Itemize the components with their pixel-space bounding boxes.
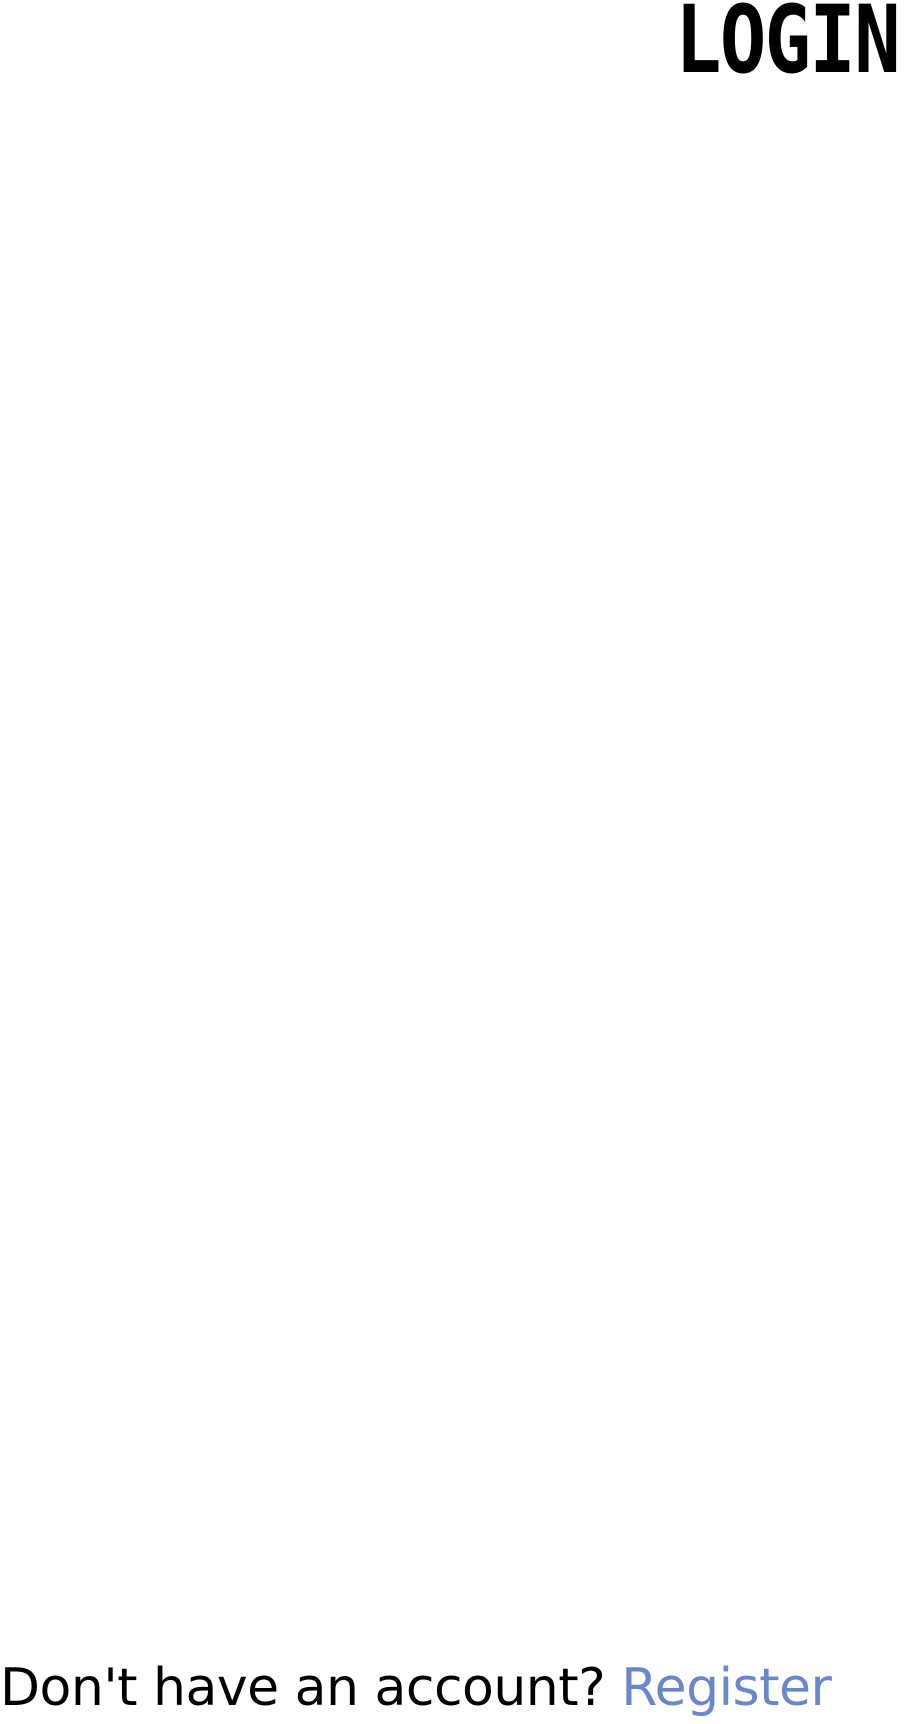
register-link[interactable]: Register xyxy=(621,1658,832,1718)
login-title: LOGIN xyxy=(641,0,900,95)
register-prompt: Don't have an account? Register xyxy=(0,1652,832,1724)
login-title-text: LOGIN xyxy=(675,0,900,95)
register-prompt-text: Don't have an account? xyxy=(0,1658,606,1718)
